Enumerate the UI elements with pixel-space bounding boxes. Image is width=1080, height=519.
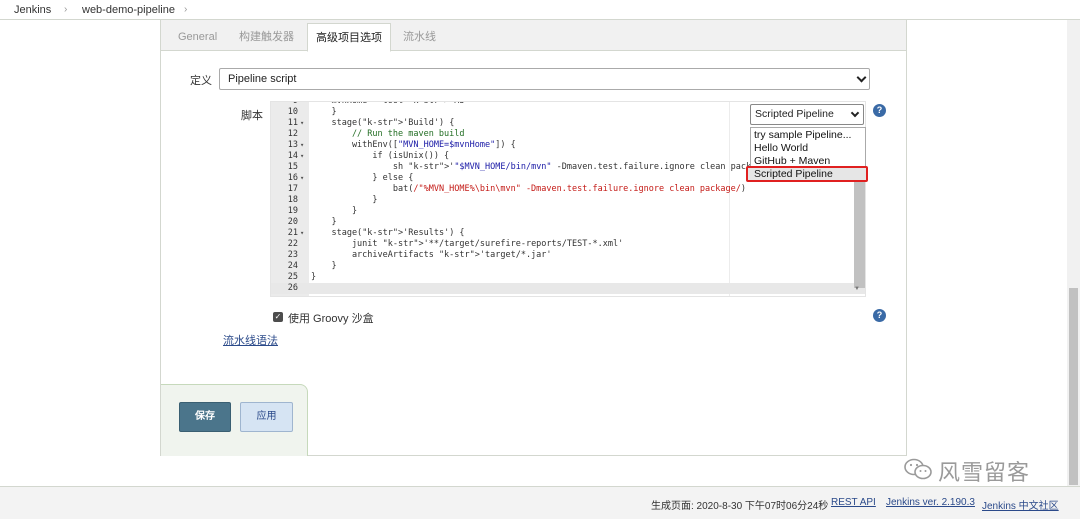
line-number: 21 xyxy=(287,228,298,238)
code-text: } else { xyxy=(311,173,414,183)
code-line: 24 } xyxy=(271,261,865,272)
code-text: } xyxy=(311,217,337,227)
line-number: 26 xyxy=(287,283,298,293)
code-line: 18 } xyxy=(271,195,865,206)
line-number: 20 xyxy=(287,217,298,227)
tab-build-triggers[interactable]: 构建触发器 xyxy=(231,24,302,51)
fold-toggle-icon[interactable]: ▾ xyxy=(300,118,304,129)
fold-toggle-icon[interactable]: ▾ xyxy=(300,140,304,151)
code-text: if (isUnix()) { xyxy=(311,151,450,161)
sample-selected-value: Scripted Pipeline xyxy=(755,108,834,120)
code-text: bat(/"%MVN_HOME%\bin\mvn" -Dmaven.test.f… xyxy=(311,184,746,194)
definition-value: Pipeline script xyxy=(228,73,297,85)
code-line: 17 bat(/"%MVN_HOME%\bin\mvn" -Dmaven.tes… xyxy=(271,184,865,195)
chevron-down-icon xyxy=(850,108,860,118)
option-hello-world[interactable]: Hello World xyxy=(754,142,808,154)
line-number: 17 xyxy=(287,184,298,194)
option-github-maven[interactable]: GitHub + Maven xyxy=(754,155,830,167)
code-text: stage("k-str">'Build') { xyxy=(311,118,455,128)
code-text: junit "k-str">'**/target/surefire-report… xyxy=(311,239,624,249)
line-number: 18 xyxy=(287,195,298,205)
save-button[interactable]: 保存 xyxy=(179,402,231,432)
jenkins-community-link[interactable]: Jenkins 中文社区 xyxy=(982,497,1059,512)
rest-api-link[interactable]: REST API xyxy=(831,497,876,508)
sample-pipeline-select[interactable]: Scripted Pipeline xyxy=(750,104,864,125)
code-text: } xyxy=(311,206,358,216)
help-icon[interactable]: ? xyxy=(873,104,886,117)
code-text: } xyxy=(311,107,337,117)
sample-pipeline-options: try sample Pipeline... Hello World GitHu… xyxy=(746,127,868,182)
code-line: 22 junit "k-str">'**/target/surefire-rep… xyxy=(271,239,865,250)
script-label: 脚本 xyxy=(241,110,263,122)
line-number: 10 xyxy=(287,107,298,117)
code-text: } xyxy=(311,261,337,271)
line-number: 12 xyxy=(287,129,298,139)
code-line: 19 } xyxy=(271,206,865,217)
tab-advanced-options[interactable]: 高级项目选项 xyxy=(307,23,391,52)
breadcrumb-project[interactable]: web-demo-pipeline xyxy=(82,4,175,16)
code-line: 23 archiveArtifacts "k-str">'target/*.ja… xyxy=(271,250,865,261)
line-number: 24 xyxy=(287,261,298,271)
tab-bar: General 构建触发器 高级项目选项 流水线 xyxy=(161,20,906,52)
wechat-icon xyxy=(904,458,932,480)
line-number: 19 xyxy=(287,206,298,216)
line-number: 22 xyxy=(287,239,298,249)
chevron-right-icon: › xyxy=(184,4,188,15)
scroll-down-arrow-icon[interactable]: ▼ xyxy=(854,286,860,292)
fold-toggle-icon[interactable]: ▾ xyxy=(300,151,304,162)
code-text: } xyxy=(311,272,317,282)
code-text: } xyxy=(311,195,378,205)
definition-select[interactable]: Pipeline script xyxy=(219,68,870,90)
apply-button[interactable]: 应用 xyxy=(240,402,293,432)
groovy-sandbox-checkbox[interactable]: ✓ xyxy=(273,312,283,322)
breadcrumb: Jenkins › web-demo-pipeline › xyxy=(0,0,1080,20)
code-line: 26 xyxy=(271,283,865,294)
code-line: 20 } xyxy=(271,217,865,228)
line-number: 15 xyxy=(287,162,298,172)
definition-label: 定义 xyxy=(190,75,212,87)
line-number: 13 xyxy=(287,140,298,150)
breadcrumb-jenkins[interactable]: Jenkins xyxy=(14,4,51,16)
line-number: 16 xyxy=(287,173,298,183)
chevron-down-icon xyxy=(856,72,867,83)
page-scrollbar-thumb[interactable] xyxy=(1069,288,1078,485)
code-text: withEnv(["MVN_HOME=$mvnHome"]) { xyxy=(311,140,516,150)
line-number: 11 xyxy=(287,118,298,128)
line-number: 14 xyxy=(287,151,298,161)
line-number: 23 xyxy=(287,250,298,260)
pipeline-syntax-link[interactable]: 流水线语法 xyxy=(223,332,278,348)
jenkins-version-link[interactable]: Jenkins ver. 2.190.3 xyxy=(886,497,975,508)
code-text: archiveArtifacts "k-str">'target/*.jar' xyxy=(311,250,552,260)
code-text: // Run the maven build xyxy=(311,129,465,139)
footer-generated-time: 生成页面: 2020-8-30 下午07时06分24秒 xyxy=(651,501,829,512)
code-text: sh "k-str">'"$MVN_HOME/bin/mvn" -Dmaven.… xyxy=(311,162,772,172)
code-text: stage("k-str">'Results') { xyxy=(311,228,465,238)
code-line: 25} xyxy=(271,272,865,283)
help-icon[interactable]: ? xyxy=(873,309,886,322)
chevron-right-icon: › xyxy=(64,4,68,15)
option-try-sample[interactable]: try sample Pipeline... xyxy=(754,129,851,141)
code-line: 21 ▾ stage("k-str">'Results') { xyxy=(271,228,865,239)
tab-general[interactable]: General xyxy=(170,24,225,51)
line-number: 25 xyxy=(287,272,298,282)
groovy-sandbox-label: 使用 Groovy 沙盒 xyxy=(288,313,374,325)
watermark-text: 风雪留客 xyxy=(938,460,1031,485)
fold-toggle-icon[interactable]: ▾ xyxy=(300,173,304,184)
fold-toggle-icon[interactable]: ▾ xyxy=(300,228,304,239)
option-scripted-pipeline[interactable]: Scripted Pipeline xyxy=(754,168,833,180)
tab-pipeline[interactable]: 流水线 xyxy=(395,24,444,51)
